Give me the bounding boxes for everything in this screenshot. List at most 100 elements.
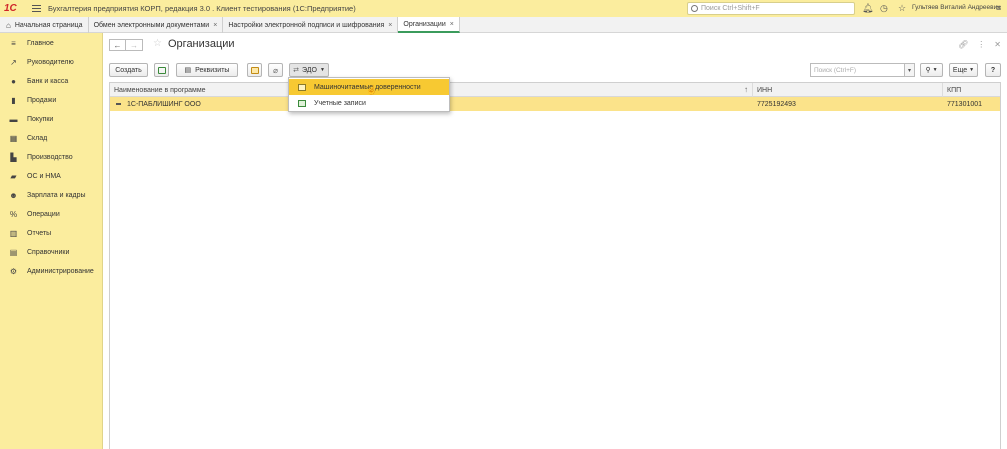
sidebar-item-catalogs[interactable]: ▤ Справочники (0, 243, 102, 262)
sidebar-item-label: Зарплата и кадры (27, 192, 86, 199)
column-header-label: КПП (947, 86, 962, 94)
sidebar-item-operations[interactable]: % Операции (0, 205, 102, 224)
star-icon[interactable]: ☆ (898, 3, 906, 13)
tab-label: Настройки электронной подписи и шифрован… (228, 21, 385, 29)
sidebar-item-salary[interactable]: ☻ Зарплата и кадры (0, 186, 102, 205)
bar-chart-icon: ▥ (9, 229, 18, 238)
search-dropdown-button[interactable]: ▾ (905, 63, 915, 77)
sidebar-item-warehouse[interactable]: ▦ Склад (0, 129, 102, 148)
edo-label: ЭДО (301, 66, 317, 74)
global-search-placeholder: Поиск Ctrl+Shift+F (701, 5, 760, 12)
sidebar-item-label: Покупки (27, 116, 54, 123)
sidebar-item-fixed-assets[interactable]: ▰ ОС и НМА (0, 167, 102, 186)
edo-button[interactable]: ⇄ ЭДО ▼ (289, 63, 329, 77)
chevron-down-icon: ▼ (969, 67, 975, 73)
column-header-label: ИНН (757, 86, 773, 94)
page-title: Организации (168, 38, 235, 50)
cell-value: 771301001 (947, 100, 983, 108)
tab-edo-exchange[interactable]: Обмен электронными документами × (89, 17, 224, 33)
account-icon (298, 99, 306, 107)
sidebar-item-label: Продажи (27, 97, 57, 104)
attach-button[interactable]: ⌀ (268, 63, 283, 77)
table-header: Наименование в программе ↑ ИНН КПП (110, 83, 1000, 97)
command-bar: Создать ▤ Реквизиты ⌀ ⇄ ЭДО ▼ Поиск (Ctr… (109, 63, 1001, 77)
gear-icon: ⚙ (9, 267, 18, 276)
main-menu-icon[interactable] (32, 5, 41, 12)
magnifier-icon: ⚲ (925, 67, 931, 74)
sidebar-item-main[interactable]: ≡ Главное (0, 34, 102, 53)
sidebar-item-sales[interactable]: ▮ Продажи (0, 91, 102, 110)
sidebar-item-label: Банк и касса (27, 78, 69, 85)
close-icon[interactable]: ✕ (994, 40, 1001, 49)
close-icon[interactable]: × (388, 22, 392, 29)
column-header-kpp[interactable]: КПП (943, 83, 1000, 97)
help-button[interactable]: ? (985, 63, 1001, 77)
more-label: Еще (952, 66, 968, 74)
bell-icon[interactable]: 🔔︎ (862, 3, 873, 13)
sidebar-item-label: Производство (27, 154, 73, 161)
tab-label: Организации (403, 20, 446, 28)
edo-icon: ⇄ (293, 67, 299, 74)
sidebar-item-label: Справочники (27, 249, 70, 256)
paperclip-icon: ⌀ (273, 65, 278, 75)
sidebar-item-administration[interactable]: ⚙ Администрирование (0, 262, 102, 281)
chevron-down-icon: ▾ (907, 67, 911, 74)
column-header-inn[interactable]: ИНН (753, 83, 943, 97)
copy-button[interactable] (154, 63, 169, 77)
requisites-button[interactable]: ▤ Реквизиты (176, 63, 238, 77)
sidebar-item-label: Операции (27, 211, 60, 218)
envelope-button[interactable] (247, 63, 262, 77)
list-search-placeholder: Поиск (Ctrl+F) (814, 66, 857, 74)
table-cell: 771301001 (943, 97, 1000, 111)
tab-bar: ⌂ Начальная страница Обмен электронными … (0, 17, 1007, 33)
favorite-star-icon[interactable]: ☆ (153, 38, 162, 49)
sidebar-item-purchases[interactable]: ▬ Покупки (0, 110, 102, 129)
tab-home[interactable]: ⌂ Начальная страница (0, 17, 89, 33)
truck-icon: ▰ (10, 172, 17, 181)
close-icon[interactable]: × (450, 21, 454, 28)
list-search-input[interactable]: Поиск (Ctrl+F) (810, 63, 905, 77)
user-name[interactable]: Гультяев Виталий Андреевич (912, 4, 1001, 11)
arrow-left-icon: ← (113, 40, 122, 50)
percent-icon: % (9, 210, 18, 219)
tab-signature-settings[interactable]: Настройки электронной подписи и шифрован… (223, 17, 399, 33)
more-button[interactable]: Еще ▼ (949, 63, 978, 77)
tab-label: Начальная страница (14, 21, 83, 29)
history-icon[interactable]: ◷ (880, 3, 888, 13)
create-button[interactable]: Создать (109, 63, 148, 77)
window-controls: 🔗︎ ⋮ ✕ (958, 40, 1001, 49)
person-icon: ☻ (9, 191, 18, 200)
factory-icon: ▙ (10, 153, 17, 162)
home-icon: ⌂ (6, 20, 11, 30)
pointer-cursor-icon: ☝ (366, 85, 378, 95)
nav-buttons: ← → (109, 39, 143, 51)
tab-organizations[interactable]: Организации × (398, 17, 460, 33)
coin-icon: ● (11, 77, 16, 86)
tab-label: Обмен электронными документами (93, 21, 210, 29)
organizations-table: Наименование в программе ↑ ИНН КПП 1С-ПА… (109, 82, 1001, 449)
sidebar-item-manager[interactable]: ↗ Руководителю (0, 53, 102, 72)
cart-icon: ▬ (9, 115, 18, 124)
cell-value: 7725192493 (757, 100, 796, 108)
sort-arrow-icon: ↑ (744, 85, 748, 94)
title-bar: 1С Бухгалтерия предприятия КОРП, редакци… (0, 0, 1007, 17)
window-title: Бухгалтерия предприятия КОРП, редакция 3… (48, 4, 356, 13)
forward-button[interactable]: → (126, 39, 143, 51)
global-search-input[interactable]: Поиск Ctrl+Shift+F (687, 2, 855, 15)
sidebar-item-label: Отчеты (27, 230, 52, 237)
link-icon[interactable]: 🔗︎ (958, 40, 968, 49)
book-icon: ▤ (9, 248, 18, 257)
table-row[interactable]: 1С-ПАБЛИШИНГ ООО 7725192493 771301001 (110, 97, 1000, 111)
close-icon[interactable]: × (213, 22, 217, 29)
requisites-label: Реквизиты (195, 66, 230, 74)
back-button[interactable]: ← (109, 39, 126, 51)
search-options-button[interactable]: ⚲ ▼ (920, 63, 943, 77)
sidebar-item-bank[interactable]: ● Банк и касса (0, 72, 102, 91)
row-marker-icon (116, 103, 121, 105)
sidebar-item-reports[interactable]: ▥ Отчеты (0, 224, 102, 243)
sidebar-item-production[interactable]: ▙ Производство (0, 148, 102, 167)
menu-icon[interactable]: ≡ (996, 3, 1001, 13)
menu-item-accounts[interactable]: Учетные записи (289, 95, 449, 111)
more-vertical-icon[interactable]: ⋮ (977, 40, 985, 49)
document-icon (298, 83, 306, 91)
